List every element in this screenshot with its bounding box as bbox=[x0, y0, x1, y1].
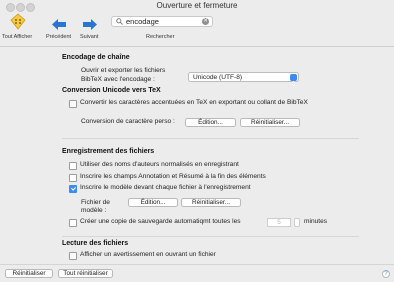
encoding-section-title: Encodage de chaîne bbox=[62, 54, 130, 61]
grid-icon bbox=[10, 13, 26, 30]
template-edit-button[interactable]: Édition... bbox=[128, 198, 178, 207]
write-template-label: Inscrire le modèle devant chaque fichier… bbox=[80, 184, 251, 191]
backup-interval-field[interactable]: 5 bbox=[267, 218, 291, 227]
custom-conversion-label: Conversion de caractère perso : bbox=[81, 118, 175, 125]
auto-backup-checkbox[interactable] bbox=[69, 219, 77, 227]
reading-section-title: Lecture des fichiers bbox=[62, 240, 129, 247]
chevron-updown-icon bbox=[290, 74, 297, 87]
search-label: Rechercher bbox=[146, 34, 175, 40]
show-all-button[interactable] bbox=[10, 13, 26, 31]
previous-button[interactable] bbox=[52, 17, 66, 30]
open-warning-label: Afficher un avertissement en ouvrant un … bbox=[80, 251, 216, 258]
normalized-names-checkbox[interactable] bbox=[69, 162, 77, 170]
encoding-select-value: Unicode (UTF-8) bbox=[193, 74, 243, 81]
arrow-right-icon bbox=[83, 19, 97, 30]
saving-section-title: Enregistrement des fichiers bbox=[62, 148, 155, 155]
toolbar: Tout Afficher Précédent Suivant encodage… bbox=[0, 12, 394, 47]
previous-label: Précédent bbox=[46, 34, 72, 40]
minutes-label: minutes bbox=[304, 218, 328, 225]
open-export-label: Ouvrir et exporter les fichiers BibTeX a… bbox=[81, 67, 166, 83]
custom-conversion-edit-button[interactable]: Édition... bbox=[185, 118, 236, 127]
arrow-left-icon bbox=[52, 19, 66, 30]
next-label: Suivant bbox=[80, 34, 99, 40]
search-icon bbox=[116, 18, 123, 25]
unicode-section-title: Conversion Unicode vers TeX bbox=[62, 87, 161, 94]
footer-bar: Réinitialiser Tout réinitialiser ? bbox=[0, 264, 394, 282]
normalized-names-label: Utiliser des noms d'auteurs normalisés e… bbox=[80, 161, 239, 168]
custom-conversion-reset-button[interactable]: Réinitialiser... bbox=[240, 118, 300, 127]
convert-accents-label: Convertir les caractères accentuées en T… bbox=[80, 99, 308, 106]
help-icon[interactable]: ? bbox=[382, 270, 390, 278]
write-template-checkbox[interactable] bbox=[69, 185, 77, 193]
template-reset-button[interactable]: Réinitialiser... bbox=[181, 198, 241, 207]
annotation-abstract-checkbox[interactable] bbox=[69, 174, 77, 182]
convert-accents-checkbox[interactable] bbox=[69, 100, 77, 108]
next-button[interactable] bbox=[83, 17, 97, 30]
backup-interval-stepper[interactable] bbox=[294, 218, 300, 227]
search-field[interactable]: encodage ✕ bbox=[111, 16, 213, 27]
window-title: Ouverture et fermeture bbox=[156, 1, 238, 10]
open-warning-checkbox[interactable] bbox=[69, 252, 77, 260]
clear-search-icon[interactable]: ✕ bbox=[202, 18, 209, 25]
reset-button[interactable]: Réinitialiser bbox=[5, 269, 53, 278]
auto-backup-label: Créer une copie de sauvegarde automatiqm… bbox=[80, 218, 241, 225]
reset-all-button[interactable]: Tout réinitialiser bbox=[58, 269, 113, 278]
encoding-select[interactable]: Unicode (UTF-8) bbox=[188, 72, 299, 87]
show-all-label: Tout Afficher bbox=[2, 34, 33, 40]
search-input[interactable]: encodage bbox=[126, 17, 159, 27]
section-divider bbox=[62, 236, 359, 237]
annotation-abstract-label: Inscrire les champs Annotation et Résumé… bbox=[80, 173, 266, 180]
template-file-label: Fichier de modèle : bbox=[81, 199, 110, 214]
preferences-window: Ouverture et fermeture Tout Afficher Pré… bbox=[0, 0, 394, 282]
section-divider bbox=[62, 138, 359, 139]
